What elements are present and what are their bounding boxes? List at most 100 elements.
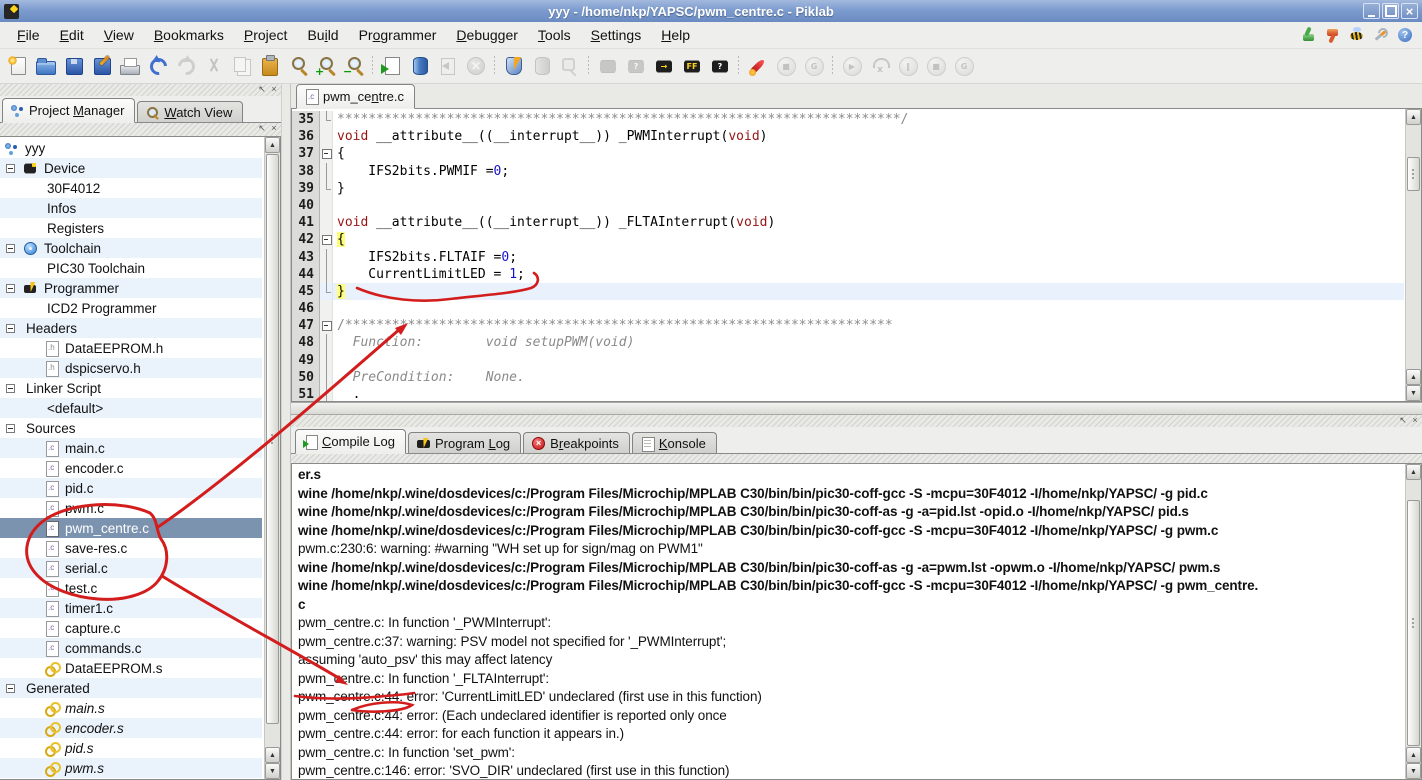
dock-handle[interactable] [291,454,1422,463]
tree-item-timer1-c[interactable]: timer1.c [0,598,262,618]
tree-item-main-c[interactable]: main.c [0,438,262,458]
log-scrollbar[interactable]: ▲ ▲ ▼ [1405,464,1421,779]
cut-button[interactable] [200,53,228,80]
tree-item-dataeeprom-h[interactable]: DataEEPROM.h [0,338,262,358]
dock-float-icon[interactable]: ↖ [1398,415,1408,426]
save-as-button[interactable] [88,53,116,80]
scrollbar-thumb[interactable] [266,154,279,724]
debug-stop-button[interactable]: ■ [922,53,950,80]
tree-item-commands-c[interactable]: commands.c [0,638,262,658]
dock-close-icon[interactable]: × [1410,415,1420,426]
copy-button[interactable] [228,53,256,80]
expander-icon[interactable] [6,243,15,253]
stop-button[interactable]: ■ [772,53,800,80]
debug-run-button[interactable]: ▶ [838,53,866,80]
new-file-button[interactable] [4,53,32,80]
dock-handle[interactable]: ↖ × [0,84,281,96]
scrollbar-thumb[interactable] [1407,500,1420,746]
tree-item-capture-c[interactable]: capture.c [0,618,262,638]
menu-edit[interactable]: Edit [51,24,93,46]
build-project-button[interactable] [500,53,528,80]
tree-item-registers[interactable]: Registers [0,218,262,238]
find-next-button[interactable]: + [312,53,340,80]
scroll-up-icon[interactable]: ▲ [265,137,280,153]
tree-item-encoder-c[interactable]: encoder.c [0,458,262,478]
tree-item-pic30-toolchain[interactable]: PIC30 Toolchain [0,258,262,278]
program-memory-button[interactable] [406,53,434,80]
feedback-positive-icon[interactable] [1300,26,1318,44]
tab-watch-view[interactable]: Watch View [137,101,244,122]
tree-item-yyy[interactable]: yyy [0,138,262,158]
tree-item-device[interactable]: Device [0,158,262,178]
undo-button[interactable] [144,53,172,80]
report-bug-icon[interactable] [1348,26,1366,44]
dock-close-icon[interactable]: × [269,84,279,95]
scroll-up-icon[interactable]: ▲ [1406,464,1421,480]
tree-item-encoder-s[interactable]: encoder.s [0,718,262,738]
paste-button[interactable] [256,53,284,80]
scroll-down-icon[interactable]: ▼ [1406,763,1421,779]
editor-scrollbar[interactable]: ▲ ▲ ▼ [1405,109,1421,401]
tab-program-log[interactable]: Program Log [408,432,522,453]
configure-icon[interactable] [1372,26,1390,44]
tree-item-pid-c[interactable]: pid.c [0,478,262,498]
tree-item-pid-s[interactable]: pid.s [0,738,262,758]
scroll-down-icon[interactable]: ▼ [265,763,280,779]
code-area[interactable]: 35 **************************************… [292,111,1404,401]
run-button[interactable] [744,53,772,80]
menu-settings[interactable]: Settings [582,24,651,46]
expander-icon[interactable] [6,383,15,393]
debug-step-button[interactable]: x [866,53,894,80]
code-editor[interactable]: 35 **************************************… [291,109,1422,402]
save-file-button[interactable] [60,53,88,80]
connect-button[interactable] [556,53,584,80]
maximize-button[interactable] [1382,3,1399,19]
menu-project[interactable]: Project [235,24,297,46]
menu-file[interactable]: File [8,24,49,46]
tree-item-infos[interactable]: Infos [0,198,262,218]
dock-handle[interactable]: ↖ × [291,415,1422,427]
scroll-up-icon[interactable]: ▲ [1406,747,1421,763]
menu-debugger[interactable]: Debugger [447,24,527,46]
feedback-negative-icon[interactable] [1324,26,1342,44]
tree-item-toolchain[interactable]: Toolchain [0,238,262,258]
blank-check-device-button[interactable]: ? [706,53,734,80]
titlebar[interactable]: yyy - /home/nkp/YAPSC/pwm_centre.c - Pik… [0,0,1422,22]
tree-item-main-s[interactable]: main.s [0,698,262,718]
scroll-up-icon[interactable]: ▲ [1406,369,1421,385]
verify-device-button[interactable]: ? [622,53,650,80]
tree-item-serial-c[interactable]: serial.c [0,558,262,578]
tree-item-icd2-programmer[interactable]: ICD2 Programmer [0,298,262,318]
expander-icon[interactable] [6,283,15,293]
library-button[interactable] [528,53,556,80]
debug-pause-button[interactable]: ‖ [894,53,922,80]
tree-item-headers[interactable]: Headers [0,318,262,338]
tree-item-pwm-c[interactable]: pwm.c [0,498,262,518]
fold-marker[interactable] [320,145,333,163]
scroll-up-icon[interactable]: ▲ [1406,109,1421,125]
tree-item-linker-script[interactable]: Linker Script [0,378,262,398]
splitter-horizontal[interactable] [291,402,1422,415]
tab-breakpoints[interactable]: Breakpoints [523,432,630,453]
compile-file-button[interactable] [378,53,406,80]
expander-icon[interactable] [6,163,15,173]
expander-icon[interactable] [6,423,15,433]
editor-tab-pwm-centre-c[interactable]: pwm_centre.c [296,84,415,109]
menu-build[interactable]: Build [298,24,347,46]
dock-handle[interactable]: ↖ × [0,123,281,136]
restart-button[interactable]: G [800,53,828,80]
tree-item-sources[interactable]: Sources [0,418,262,438]
dock-float-icon[interactable]: ↖ [257,84,267,95]
tree-item-dataeeprom-s[interactable]: DataEEPROM.s [0,658,262,678]
expander-icon[interactable] [6,683,15,693]
tree-item-test-c[interactable]: test.c [0,578,262,598]
fold-marker[interactable] [320,231,333,249]
dock-float-icon[interactable]: ↖ [257,123,267,134]
redo-button[interactable] [172,53,200,80]
find-previous-button[interactable]: − [340,53,368,80]
program-device-button[interactable] [594,53,622,80]
find-button[interactable] [284,53,312,80]
scroll-down-icon[interactable]: ▼ [1406,385,1421,401]
menu-help[interactable]: Help [652,24,699,46]
erase-device-button[interactable]: FF [678,53,706,80]
